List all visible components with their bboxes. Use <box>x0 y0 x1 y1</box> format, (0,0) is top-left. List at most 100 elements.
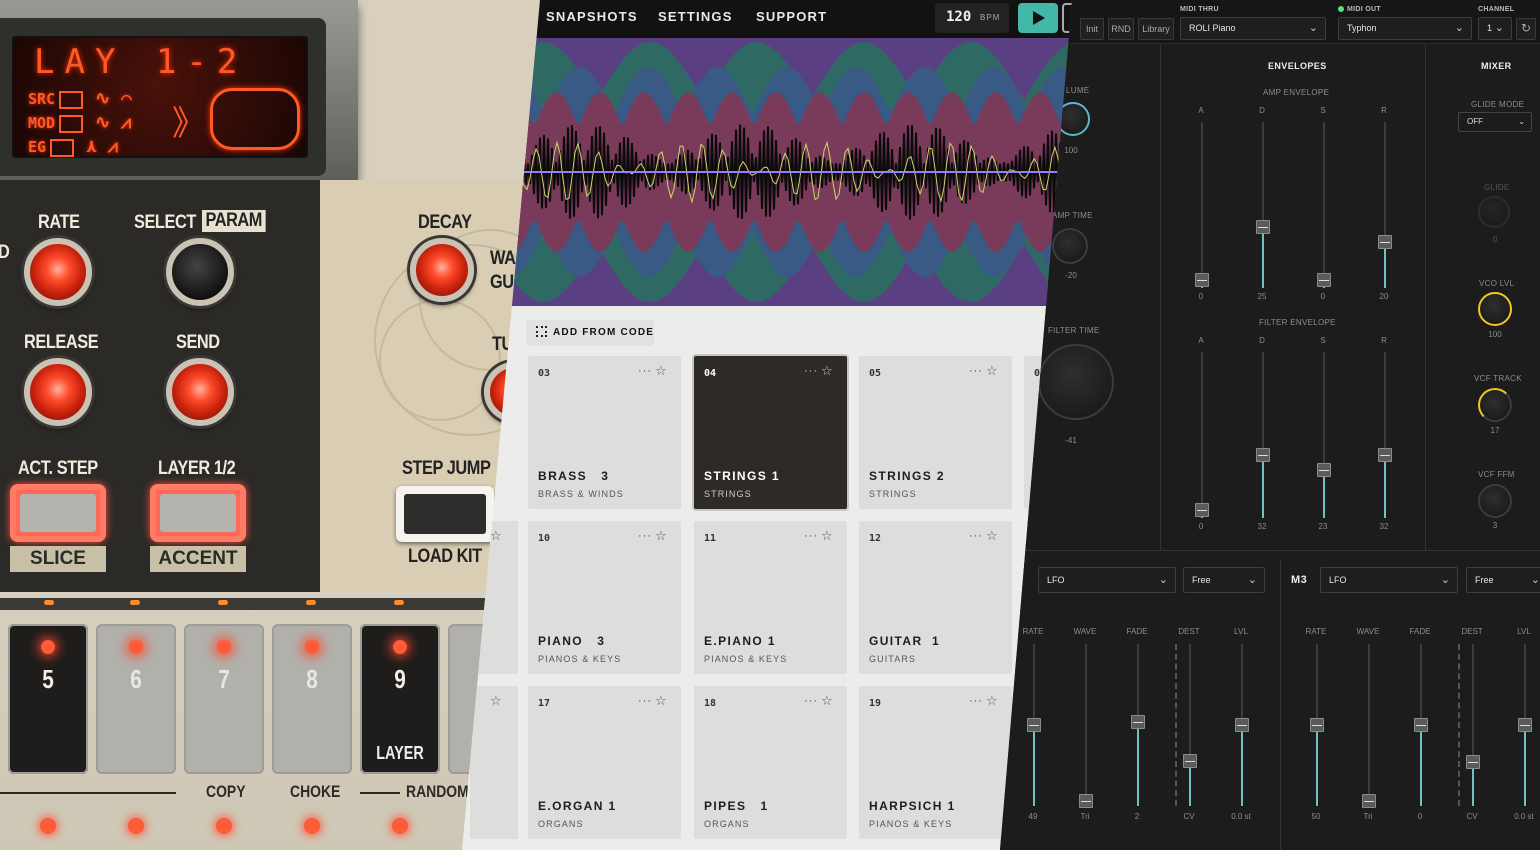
step-button-9[interactable]: 9 LAYER <box>360 624 440 774</box>
more-options-icon[interactable]: ··· <box>969 695 983 707</box>
star-icon[interactable]: ☆ <box>655 528 667 544</box>
mod-slider-handle[interactable] <box>1518 718 1532 732</box>
refresh-button[interactable]: ↻ <box>1516 18 1536 40</box>
mod-slider-track[interactable] <box>1368 644 1370 806</box>
rate-knob[interactable] <box>24 238 92 306</box>
label-act-step: ACT. STEP <box>18 458 98 479</box>
preset-card[interactable]: 17 ··· ☆ E.ORGAN 1 ORGANS <box>528 686 681 839</box>
init-button[interactable]: Init <box>1080 18 1104 40</box>
star-icon[interactable]: ☆ <box>821 363 833 379</box>
envelope-slider-track[interactable] <box>1262 352 1264 518</box>
glide-mode-select[interactable]: OFF ⌄ <box>1458 112 1532 132</box>
mod-slider-track[interactable] <box>1085 644 1087 806</box>
preset-number: 19 <box>869 698 882 709</box>
send-knob[interactable] <box>166 358 234 426</box>
act-step-button[interactable] <box>10 484 106 542</box>
channel-select[interactable]: 1 ⌄ <box>1478 17 1512 40</box>
glide-knob[interactable] <box>1478 196 1510 228</box>
mod2-source-select[interactable]: LFO ⌄ <box>1320 567 1458 593</box>
filter-time-knob[interactable] <box>1038 344 1114 420</box>
nav-support[interactable]: SUPPORT <box>756 9 827 24</box>
preset-card[interactable]: 04 ··· ☆ STRINGS 1 STRINGS <box>694 356 847 509</box>
more-options-icon[interactable]: ··· <box>638 695 652 707</box>
preset-number: 0 <box>1034 368 1041 379</box>
envelope-slider-track[interactable] <box>1262 122 1264 288</box>
envelope-slider-track[interactable] <box>1384 352 1386 518</box>
more-options-icon[interactable]: ··· <box>969 530 983 542</box>
star-icon[interactable]: ☆ <box>490 528 502 544</box>
envelope-slider-handle[interactable] <box>1256 219 1270 234</box>
mod2-mode-select[interactable]: Free ⌄ <box>1466 567 1540 593</box>
mod-slider-handle[interactable] <box>1466 755 1480 770</box>
mod-slider-handle[interactable] <box>1235 718 1249 732</box>
preset-card[interactable]: 11 ··· ☆ E.PIANO 1 PIANOS & KEYS <box>694 521 847 674</box>
step-button-7[interactable]: 7 <box>184 624 264 774</box>
envelope-slider-track[interactable] <box>1201 122 1203 288</box>
filter-envelope-title: FILTER ENVELOPE <box>1259 318 1336 327</box>
vcf-track-knob[interactable] <box>1478 388 1512 422</box>
vcf-ffm-knob[interactable] <box>1478 484 1512 518</box>
mod-slider-handle[interactable] <box>1183 753 1197 768</box>
envelope-slider-handle[interactable] <box>1256 447 1270 462</box>
more-options-icon[interactable]: ··· <box>638 365 652 377</box>
release-knob[interactable] <box>24 358 92 426</box>
star-icon[interactable]: ☆ <box>986 693 998 709</box>
step-button-8[interactable]: 8 <box>272 624 352 774</box>
mod-slider-handle[interactable] <box>1079 794 1093 809</box>
star-icon[interactable]: ☆ <box>986 528 998 544</box>
envelope-slider-track[interactable] <box>1384 122 1386 288</box>
preset-card[interactable]: 03 ··· ☆ BRASS 3 BRASS & WINDS <box>528 356 681 509</box>
envelope-slider-handle[interactable] <box>1378 234 1392 249</box>
mod-slider-handle[interactable] <box>1414 718 1428 732</box>
random-button[interactable]: RND <box>1108 18 1134 40</box>
star-icon[interactable]: ☆ <box>655 363 667 379</box>
preset-card[interactable]: 18 ··· ☆ PIPES 1 ORGANS <box>694 686 847 839</box>
mod1-source-select[interactable]: LFO ⌄ <box>1038 567 1176 593</box>
mod-slider-handle[interactable] <box>1131 714 1145 729</box>
step-button-5[interactable]: 5 <box>8 624 88 774</box>
step-button-6[interactable]: 6 <box>96 624 176 774</box>
nav-settings[interactable]: SETTINGS <box>658 9 733 24</box>
library-button[interactable]: Library <box>1138 18 1174 40</box>
decay-knob[interactable] <box>410 238 474 302</box>
midi-thru-select[interactable]: ROLI Piano ⌄ <box>1180 17 1326 40</box>
envelope-slider-handle[interactable] <box>1195 272 1209 287</box>
vco-lvl-knob[interactable] <box>1478 292 1512 326</box>
preset-card[interactable]: 19 ··· ☆ HARPSICH 1 PIANOS & KEYS <box>859 686 1012 839</box>
more-options-icon[interactable]: ··· <box>969 365 983 377</box>
envelope-slider-handle[interactable] <box>1195 502 1209 517</box>
layer-button[interactable] <box>150 484 246 542</box>
select-param-knob[interactable] <box>166 238 234 306</box>
envelope-slider-handle[interactable] <box>1317 462 1331 477</box>
more-options-icon[interactable]: ··· <box>638 530 652 542</box>
envelope-slider-handle[interactable] <box>1378 447 1392 462</box>
preset-card[interactable]: 10 ··· ☆ PIANO 3 PIANOS & KEYS <box>528 521 681 674</box>
envelope-slider-track[interactable] <box>1323 352 1325 518</box>
envelope-slider-handle[interactable] <box>1317 272 1331 287</box>
star-icon[interactable]: ☆ <box>655 693 667 709</box>
more-options-icon[interactable]: ··· <box>804 365 818 377</box>
preset-category: PIANOS & KEYS <box>538 654 622 664</box>
preset-card[interactable]: 05 ··· ☆ STRINGS 2 STRINGS <box>859 356 1012 509</box>
amp-time-knob[interactable] <box>1052 228 1088 264</box>
preset-card[interactable]: ☆ <box>470 686 518 839</box>
mod-slider-track[interactable] <box>1189 644 1191 806</box>
nav-snapshots[interactable]: SNAPSHOTS <box>546 9 638 24</box>
more-options-icon[interactable]: ··· <box>804 695 818 707</box>
midi-out-select[interactable]: Typhon ⌄ <box>1338 17 1472 40</box>
mod-slider-handle[interactable] <box>1027 718 1041 732</box>
mod-slider-track[interactable] <box>1472 644 1474 806</box>
star-icon[interactable]: ☆ <box>986 363 998 379</box>
preset-card[interactable]: 12 ··· ☆ GUITAR 1 GUITARS <box>859 521 1012 674</box>
envelope-slider-track[interactable] <box>1201 352 1203 518</box>
mod1-mode-select[interactable]: Free ⌄ <box>1183 567 1265 593</box>
mod-slider-handle[interactable] <box>1310 718 1324 732</box>
star-icon[interactable]: ☆ <box>490 693 502 709</box>
star-icon[interactable]: ☆ <box>821 693 833 709</box>
step-jump-button[interactable] <box>396 486 494 542</box>
more-options-icon[interactable]: ··· <box>804 530 818 542</box>
envelope-slider-track[interactable] <box>1323 122 1325 288</box>
mod-slider-handle[interactable] <box>1362 794 1376 809</box>
star-icon[interactable]: ☆ <box>821 528 833 544</box>
play-button[interactable] <box>1018 3 1058 33</box>
